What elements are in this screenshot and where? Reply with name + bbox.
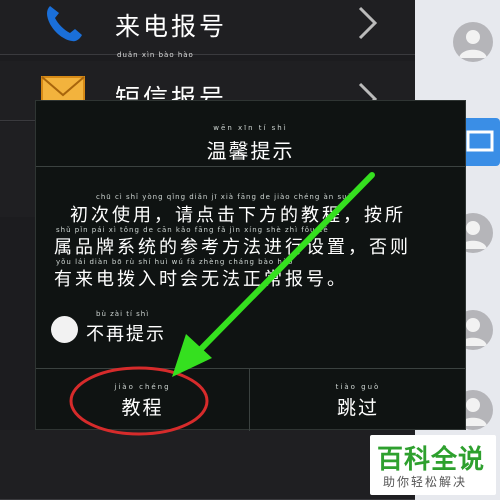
highlight-circle	[69, 366, 209, 436]
watermark-main: 百科全说	[377, 445, 486, 475]
watermark-sub: 助你轻松解决	[383, 475, 468, 489]
annotation-overlay	[69, 172, 375, 436]
pointer-arrow-shaft	[195, 172, 375, 355]
watermark-logo: 百科全说 助你轻松解决	[370, 435, 496, 495]
